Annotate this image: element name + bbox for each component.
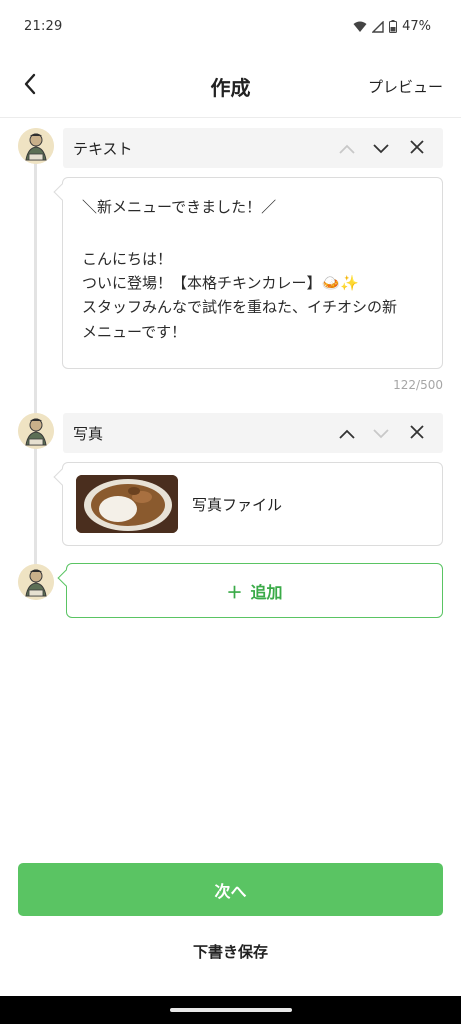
photo-file-label: 写真ファイル	[192, 496, 283, 514]
close-icon	[410, 139, 424, 158]
battery-icon	[389, 20, 398, 33]
text-line: こんにちは！	[82, 250, 173, 268]
photo-file-card[interactable]: 写真ファイル	[53, 462, 443, 546]
timeline-line	[34, 150, 37, 582]
move-up-button[interactable]	[333, 419, 361, 447]
app-header: 作成 プレビュー	[0, 56, 461, 118]
photo-block-header: 写真	[63, 413, 443, 453]
gesture-handle[interactable]	[170, 1008, 292, 1012]
close-icon	[410, 424, 424, 443]
preview-button[interactable]: プレビュー	[368, 76, 443, 97]
text-input-area[interactable]: ＼新メニューできました！／ こんにちは！ ついに登場！【本格チキンカレー】🍛✨ …	[53, 177, 443, 369]
text-line: ＼新メニューできました！／	[82, 198, 277, 216]
char-counter: 122/500	[393, 378, 443, 392]
move-up-button[interactable]	[333, 134, 361, 162]
status-bar: 21:29 47%	[0, 0, 461, 56]
status-icons: 47%	[353, 19, 431, 34]
text-line: スタッフみんなで試作を重ねた、イチオシの新	[82, 298, 398, 316]
wifi-icon	[353, 21, 367, 33]
status-time: 21:29	[24, 19, 63, 34]
avatar	[18, 564, 54, 600]
chevron-down-icon	[373, 139, 389, 158]
avatar	[18, 413, 54, 449]
save-draft-button[interactable]: 下書き保存	[0, 941, 461, 962]
battery-percent: 47%	[402, 19, 431, 34]
photo-block-title: 写真	[73, 425, 104, 443]
text-block-header: テキスト	[63, 128, 443, 168]
chevron-up-icon	[339, 139, 355, 158]
delete-block-button[interactable]	[403, 134, 431, 162]
system-nav-bar	[0, 996, 461, 1024]
move-down-button[interactable]	[367, 134, 395, 162]
chevron-up-icon	[339, 424, 355, 443]
photo-thumbnail	[76, 475, 178, 533]
chevron-down-icon	[373, 424, 389, 443]
text-line: メニューです！	[82, 323, 187, 341]
plus-icon: ＋	[226, 582, 243, 602]
signal-icon	[372, 20, 384, 33]
move-down-button[interactable]	[367, 419, 395, 447]
add-block-label: 追加	[250, 582, 283, 602]
delete-block-button[interactable]	[403, 419, 431, 447]
text-line: ついに登場！【本格チキンカレー】🍛✨	[82, 274, 359, 292]
add-block-button[interactable]: ＋ 追加	[57, 563, 443, 618]
text-block-title: テキスト	[73, 140, 133, 158]
next-button[interactable]: 次へ	[18, 863, 443, 916]
avatar	[18, 128, 54, 164]
